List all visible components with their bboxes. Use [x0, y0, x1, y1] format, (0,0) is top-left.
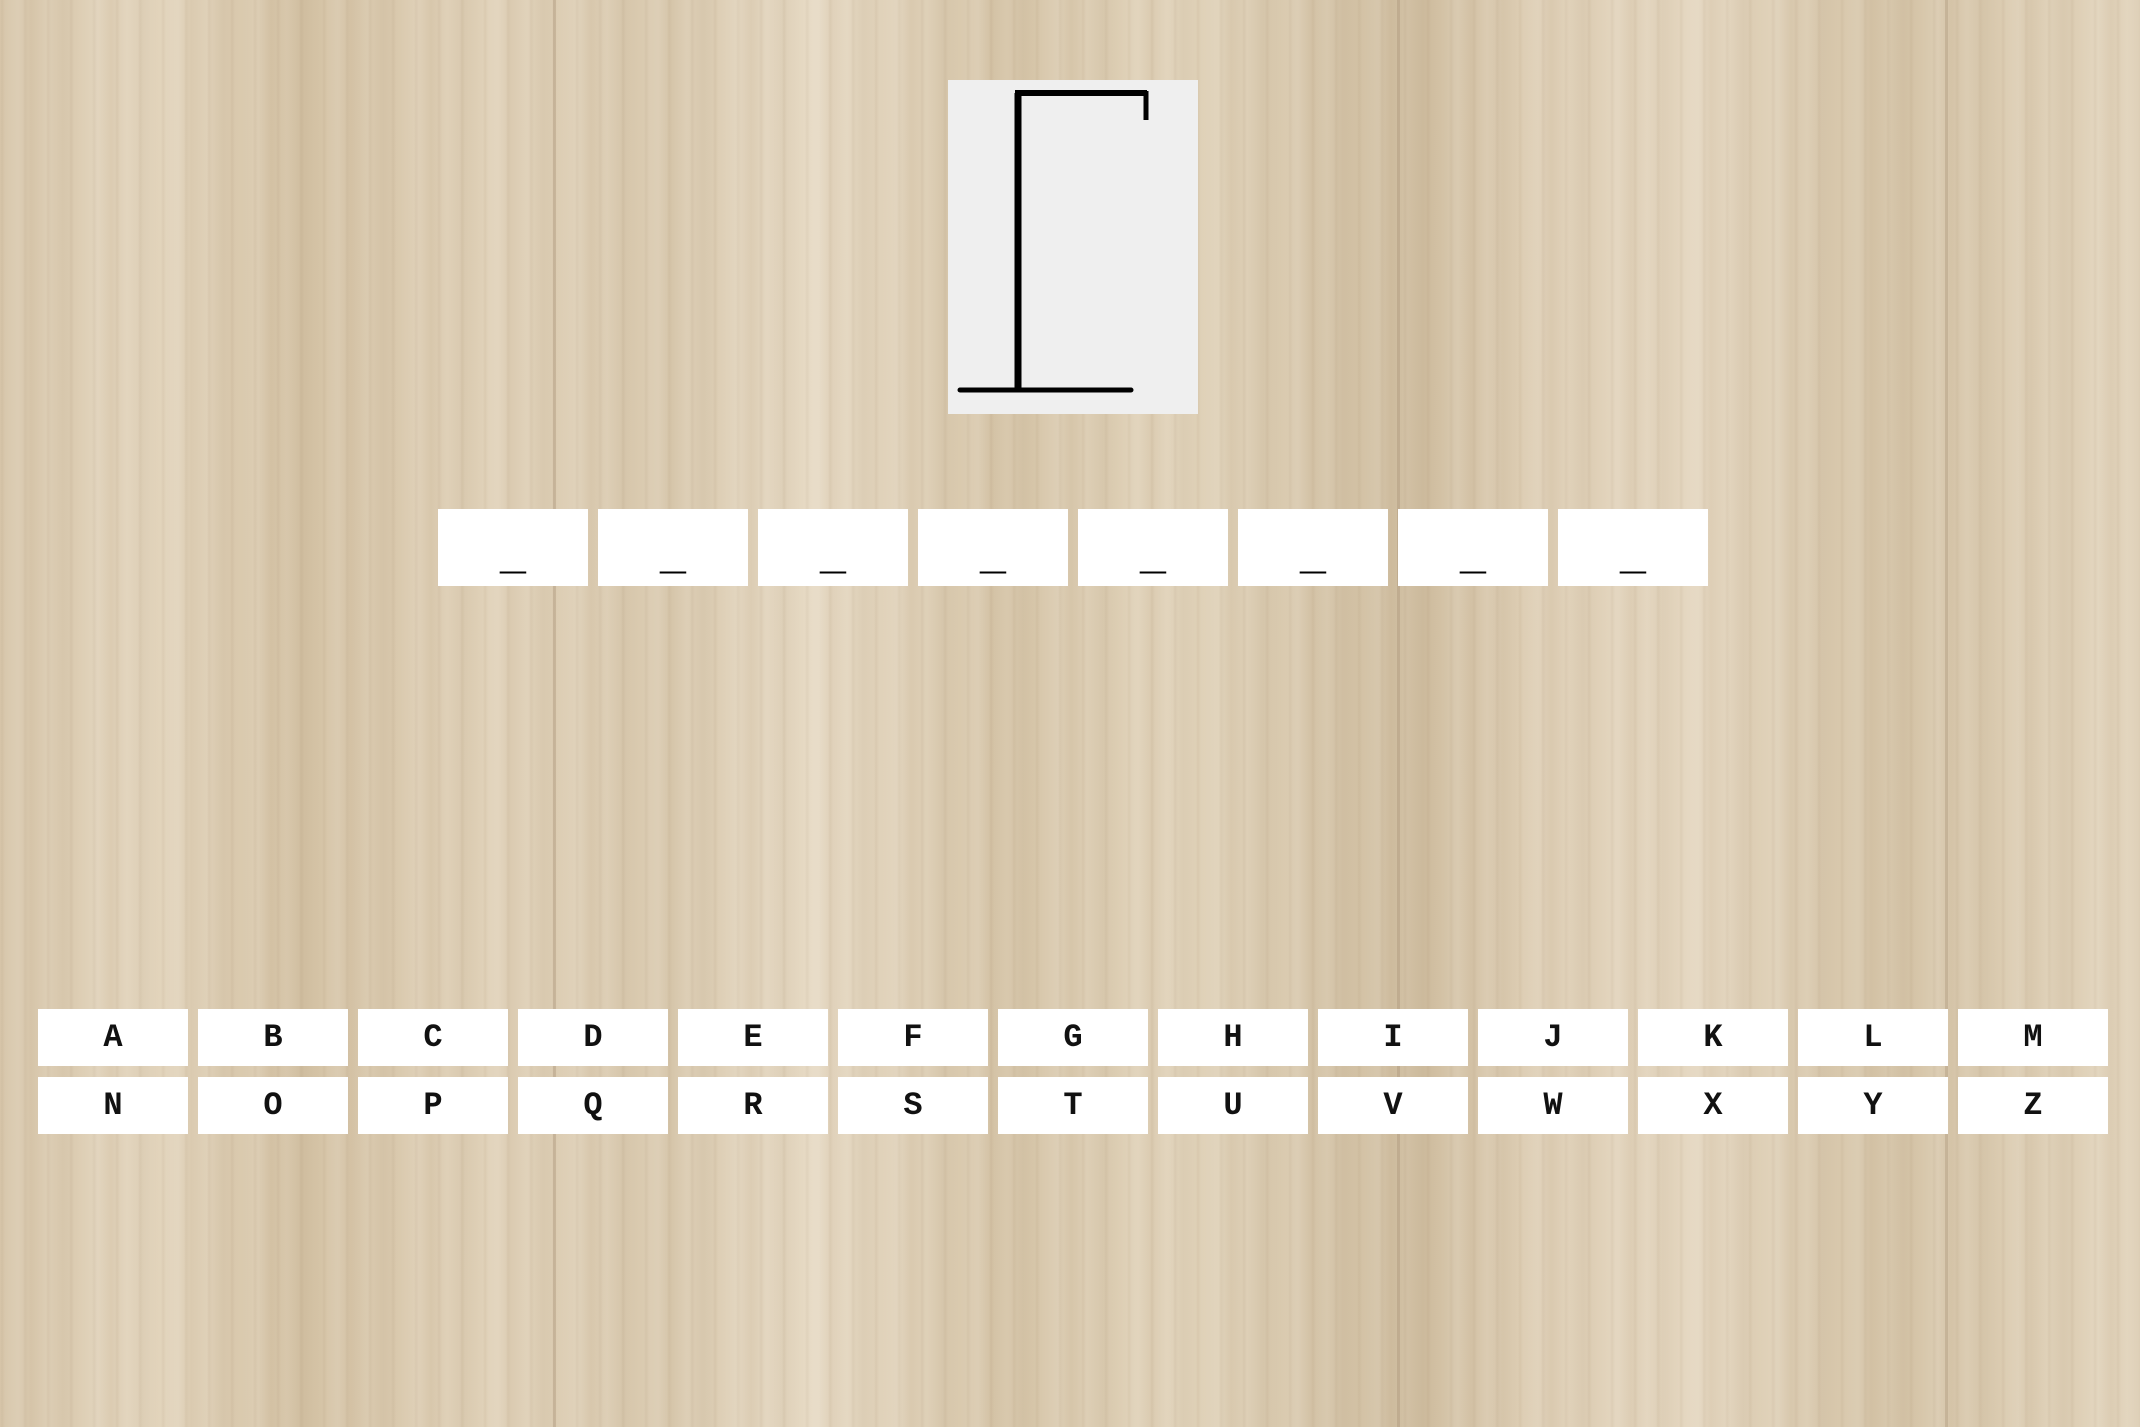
letter-slot: _ — [758, 509, 908, 586]
letter-slot: _ — [1558, 509, 1708, 586]
key-w[interactable]: W — [1478, 1077, 1628, 1134]
key-b[interactable]: B — [198, 1009, 348, 1066]
word-slots: _ _ _ _ _ _ _ _ — [438, 509, 1708, 586]
wood-grain-line — [1397, 0, 1400, 1427]
key-z[interactable]: Z — [1958, 1077, 2108, 1134]
letter-slot: _ — [1398, 509, 1548, 586]
key-c[interactable]: C — [358, 1009, 508, 1066]
key-y[interactable]: Y — [1798, 1077, 1948, 1134]
key-p[interactable]: P — [358, 1077, 508, 1134]
letter-slot: _ — [1238, 509, 1388, 586]
key-m[interactable]: M — [1958, 1009, 2108, 1066]
letter-slot: _ — [598, 509, 748, 586]
key-r[interactable]: R — [678, 1077, 828, 1134]
key-x[interactable]: X — [1638, 1077, 1788, 1134]
key-h[interactable]: H — [1158, 1009, 1308, 1066]
key-o[interactable]: O — [198, 1077, 348, 1134]
gallows-graphic — [957, 90, 1149, 393]
wood-grain-line — [1945, 0, 1948, 1427]
key-f[interactable]: F — [838, 1009, 988, 1066]
key-n[interactable]: N — [38, 1077, 188, 1134]
key-g[interactable]: G — [998, 1009, 1148, 1066]
letter-slot: _ — [438, 509, 588, 586]
key-d[interactable]: D — [518, 1009, 668, 1066]
key-k[interactable]: K — [1638, 1009, 1788, 1066]
letter-keyboard: A B C D E F G H I J K L M N O P Q R S T … — [38, 1009, 2108, 1134]
letter-slot: _ — [1078, 509, 1228, 586]
key-t[interactable]: T — [998, 1077, 1148, 1134]
key-q[interactable]: Q — [518, 1077, 668, 1134]
hangman-drawing — [948, 80, 1198, 414]
key-u[interactable]: U — [1158, 1077, 1308, 1134]
key-s[interactable]: S — [838, 1077, 988, 1134]
key-a[interactable]: A — [38, 1009, 188, 1066]
key-v[interactable]: V — [1318, 1077, 1468, 1134]
key-l[interactable]: L — [1798, 1009, 1948, 1066]
key-e[interactable]: E — [678, 1009, 828, 1066]
key-i[interactable]: I — [1318, 1009, 1468, 1066]
wood-grain-line — [553, 0, 556, 1427]
key-j[interactable]: J — [1478, 1009, 1628, 1066]
letter-slot: _ — [918, 509, 1068, 586]
